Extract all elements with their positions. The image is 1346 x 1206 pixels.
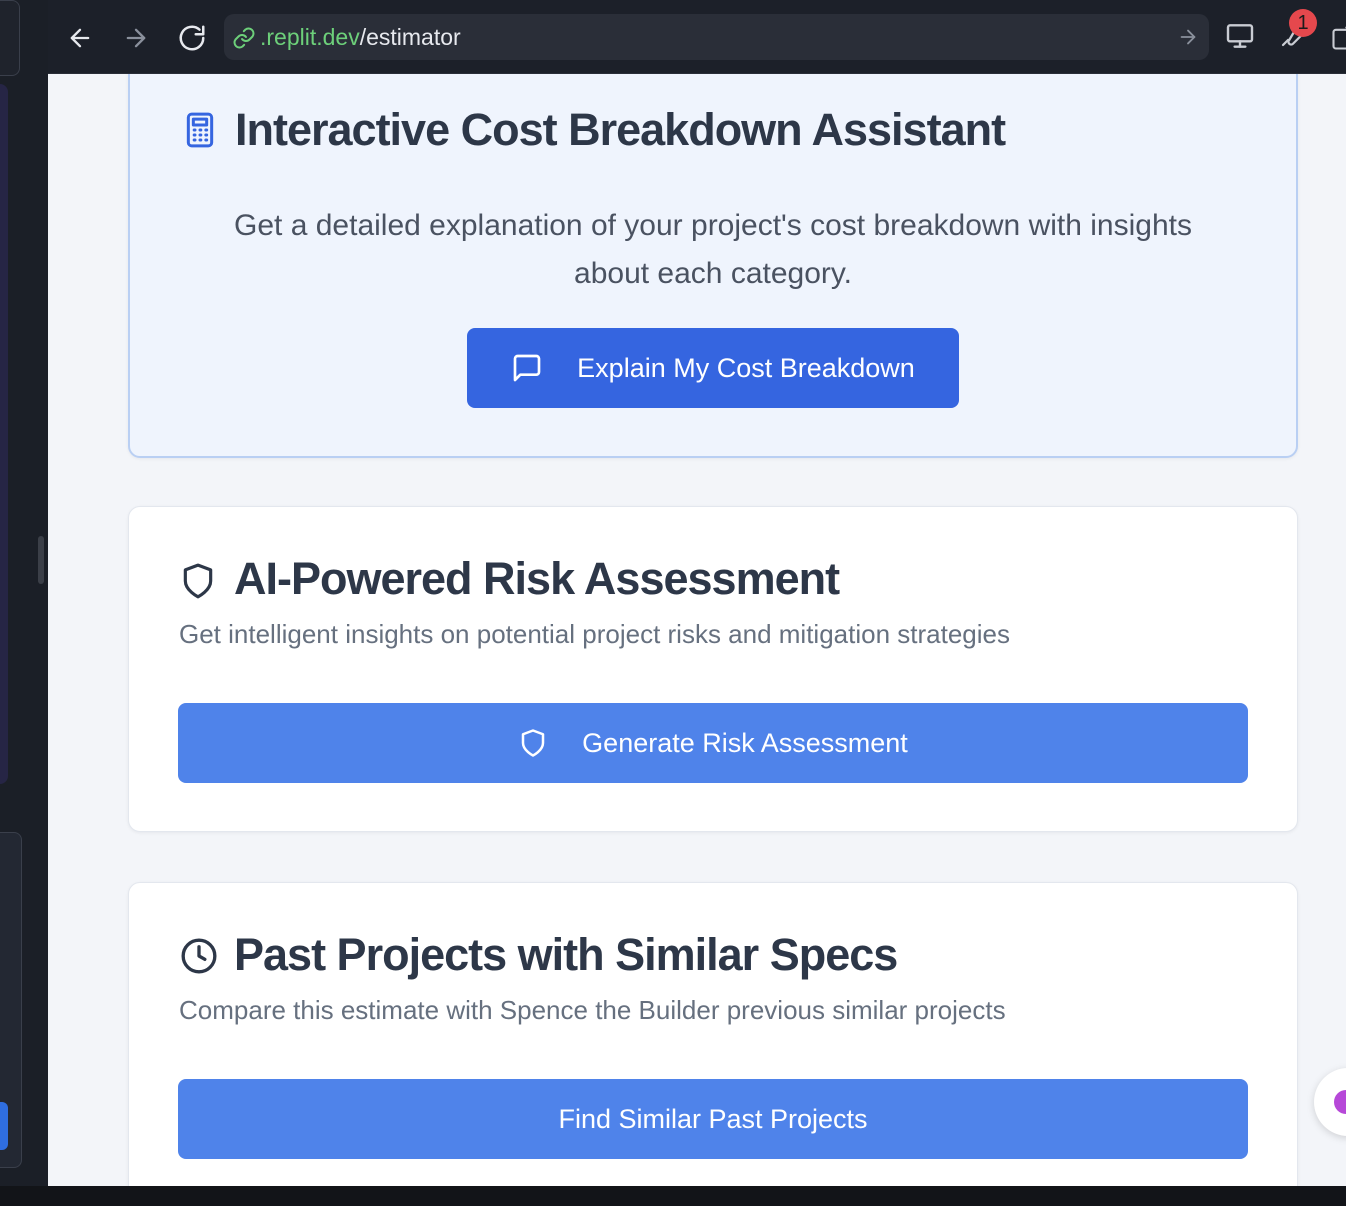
cost-card-description: Get a detailed explanation of your proje… xyxy=(130,202,1296,298)
side-panel-top-box[interactable] xyxy=(0,0,20,76)
cost-breakdown-card: Interactive Cost Breakdown Assistant Get… xyxy=(128,74,1298,458)
side-panel-purple-strip xyxy=(0,84,8,784)
past-card-title: Past Projects with Similar Specs xyxy=(234,929,898,980)
address-bar[interactable]: .replit.dev/estimator xyxy=(224,14,1209,60)
risk-assessment-card: AI-Powered Risk Assessment Get intellige… xyxy=(128,506,1298,832)
url-domain: .replit.dev xyxy=(260,24,360,50)
cost-card-description-line2: about each category. xyxy=(574,257,852,290)
panel-resize-handle[interactable] xyxy=(38,536,44,584)
bottom-strip xyxy=(0,1186,1346,1206)
page-viewport: Interactive Cost Breakdown Assistant Get… xyxy=(48,74,1346,1186)
find-similar-projects-label: Find Similar Past Projects xyxy=(558,1103,868,1134)
generate-risk-assessment-label: Generate Risk Assessment xyxy=(582,727,908,758)
url-path: /estimator xyxy=(359,24,461,50)
back-button[interactable] xyxy=(62,20,98,56)
past-projects-card: Past Projects with Similar Specs Compare… xyxy=(128,882,1298,1186)
side-panel-blue-button[interactable] xyxy=(0,1102,8,1150)
arrow-left-icon xyxy=(70,28,90,48)
monitor-icon[interactable] xyxy=(1224,20,1256,57)
url-text: .replit.dev/estimator xyxy=(260,24,461,51)
message-square-icon xyxy=(511,352,543,384)
open-external-icon[interactable] xyxy=(1330,24,1346,57)
go-arrow-icon[interactable] xyxy=(1177,26,1199,53)
notification-badge: 1 xyxy=(1289,9,1317,37)
risk-card-description: Get intelligent insights on potential pr… xyxy=(179,619,1010,649)
forward-button[interactable] xyxy=(118,20,154,56)
past-card-description: Compare this estimate with Spence the Bu… xyxy=(179,995,1006,1025)
browser-toolbar: .replit.dev/estimator xyxy=(48,0,1346,74)
calculator-icon xyxy=(180,110,220,155)
shield-button-icon xyxy=(518,728,548,758)
link-icon xyxy=(232,26,256,55)
cost-card-description-line1: Get a detailed explanation of your proje… xyxy=(234,209,1192,242)
arrow-right-icon xyxy=(126,28,146,48)
reload-button[interactable] xyxy=(174,20,210,56)
clock-icon xyxy=(179,936,219,981)
left-side-panel xyxy=(0,0,48,1186)
generate-risk-assessment-button[interactable]: Generate Risk Assessment xyxy=(178,703,1248,783)
cost-card-title: Interactive Cost Breakdown Assistant xyxy=(235,104,1006,155)
explain-cost-breakdown-label: Explain My Cost Breakdown xyxy=(577,352,915,383)
reload-icon xyxy=(179,25,205,51)
risk-card-title: AI-Powered Risk Assessment xyxy=(234,553,840,604)
shield-icon xyxy=(179,562,217,605)
find-similar-projects-button[interactable]: Find Similar Past Projects xyxy=(178,1079,1248,1159)
assistant-logo-icon xyxy=(1334,1090,1346,1114)
explain-cost-breakdown-button[interactable]: Explain My Cost Breakdown xyxy=(467,328,959,408)
